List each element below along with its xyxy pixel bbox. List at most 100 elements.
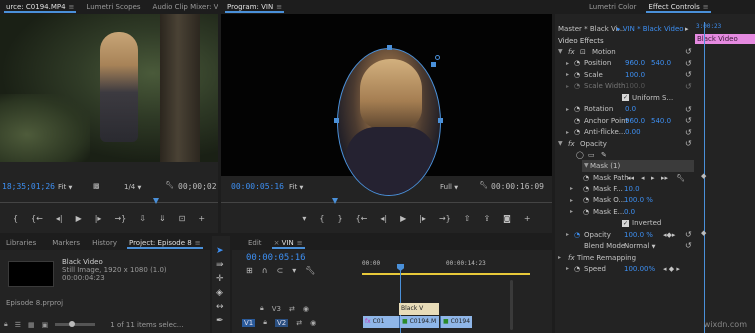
stopwatch-icon[interactable]: ◔ xyxy=(574,265,580,273)
freeform-view-icon[interactable]: ▣ xyxy=(42,321,49,329)
source-patch-v1[interactable]: V1 xyxy=(242,318,256,327)
mask-handle-rotate[interactable] xyxy=(431,62,436,67)
track-forward-icon[interactable]: ▸▸ xyxy=(661,174,668,182)
timeline-timecode[interactable]: 00:00:05:16 xyxy=(246,253,306,263)
rectangle-mask-icon[interactable]: ▭ xyxy=(588,151,595,159)
prog-play-icon[interactable]: ▶ xyxy=(400,214,406,223)
clip-thumbnail[interactable] xyxy=(8,261,54,287)
mark-in-icon[interactable]: { xyxy=(13,214,18,223)
play-icon[interactable]: ▶ xyxy=(76,214,82,223)
mask-handle-left[interactable] xyxy=(334,118,339,123)
track-v3-label[interactable]: V3 xyxy=(272,305,281,313)
timeline-settings-wrench-icon[interactable]: 🔧︎ xyxy=(305,266,315,275)
stopwatch-icon[interactable]: ◔ xyxy=(583,185,589,193)
tab-sequence-vin[interactable]: × VIN ≡ xyxy=(268,236,309,250)
source-fit-dropdown[interactable]: Fit ▼ xyxy=(58,183,72,191)
program-playhead[interactable] xyxy=(332,198,338,204)
pen-mask-icon[interactable]: ✎ xyxy=(601,151,607,159)
lift-icon[interactable]: ⇧ xyxy=(464,214,471,223)
tab-edit[interactable]: Edit xyxy=(242,236,268,250)
tab-lumetri-scopes[interactable]: Lumetri Scopes xyxy=(80,0,146,14)
mask-handle-top[interactable] xyxy=(387,45,392,50)
mask-path-keyframe-icon[interactable]: ◆ xyxy=(701,172,706,180)
eye-icon[interactable]: ◉ xyxy=(310,319,316,327)
position-x[interactable]: 960.0 xyxy=(625,59,645,67)
track-v2-label[interactable]: V2 xyxy=(274,318,289,327)
prog-go-in-icon[interactable]: {← xyxy=(356,214,368,223)
anchor-x[interactable]: 960.0 xyxy=(625,117,645,125)
mask-handle-feather[interactable] xyxy=(435,55,440,60)
tab-history[interactable]: History xyxy=(86,236,123,250)
tab-audio-clip-mixer[interactable]: Audio Clip Mixer: V xyxy=(147,0,218,14)
program-scrub-bar[interactable] xyxy=(221,198,552,206)
icon-view-icon[interactable]: ▦ xyxy=(28,321,35,329)
selection-tool-icon[interactable]: ➤ xyxy=(216,246,224,256)
ec-time-remap-row[interactable]: ▸ fx Time Remapping xyxy=(555,252,695,264)
nest-icon[interactable]: ⊞ xyxy=(246,266,253,275)
stopwatch-icon[interactable]: ◔ xyxy=(574,117,580,125)
ec-mask-row[interactable]: ▼ Mask (1) xyxy=(582,160,694,172)
clip-c01[interactable]: fx C01 xyxy=(363,316,399,328)
mask-opacity-value[interactable]: 100.0 % xyxy=(624,196,653,204)
step-back-icon[interactable]: ◂| xyxy=(56,214,63,223)
add-button-icon[interactable]: + xyxy=(198,214,205,223)
position-y[interactable]: 540.0 xyxy=(651,59,671,67)
marker-icon[interactable]: ▾ xyxy=(302,214,306,223)
motion-reset-icon[interactable]: ↺ xyxy=(685,47,695,56)
source-video-frame[interactable] xyxy=(0,14,218,162)
ec-sequence-clip[interactable]: ▸ VIN * Black Video xyxy=(617,25,684,33)
opacity-keyframe-nav[interactable]: ◂◆▸ xyxy=(663,231,675,239)
motion-icon[interactable]: ⊡ xyxy=(580,48,586,56)
extract-icon[interactable]: ⇪ xyxy=(483,214,490,223)
clip-c0194-b[interactable]: ■ C0194 xyxy=(440,316,472,328)
mask-expansion-value[interactable]: 0.0 xyxy=(624,208,635,216)
zoom-slider[interactable] xyxy=(55,321,96,327)
opacity-value[interactable]: 100.0 % xyxy=(624,231,653,239)
sync-lock-icon[interactable]: ⇄ xyxy=(289,305,295,313)
timeline-vertical-scrollbar[interactable] xyxy=(510,280,513,330)
pen-tool-icon[interactable]: ✒ xyxy=(216,316,224,326)
source-scrub-bar[interactable] xyxy=(0,198,218,206)
mask-handle-right[interactable] xyxy=(438,118,443,123)
tab-markers[interactable]: Markers xyxy=(46,236,86,250)
ec-master-clip[interactable]: Master * Black Vi... xyxy=(558,25,624,33)
scale-value[interactable]: 100.0 xyxy=(625,71,645,79)
clip-black-video[interactable]: Black V xyxy=(399,303,439,315)
camera-icon[interactable]: ◙ xyxy=(503,214,511,223)
tab-lumetri-color[interactable]: Lumetri Color xyxy=(583,0,642,14)
prog-step-fwd-icon[interactable]: |▸ xyxy=(419,214,426,223)
track-back-frame-icon[interactable]: ◂ xyxy=(641,174,645,182)
track-fwd-frame-icon[interactable]: ▸ xyxy=(651,174,655,182)
list-view-icon[interactable]: ☰ xyxy=(15,321,21,329)
sync-lock-icon[interactable]: ⇄ xyxy=(296,319,302,327)
step-forward-icon[interactable]: |▸ xyxy=(95,214,102,223)
linked-selection-icon[interactable]: ⊂ xyxy=(277,266,284,275)
stopwatch-icon[interactable]: ◔ xyxy=(574,59,580,67)
uniform-scale-checkbox[interactable]: ✓ xyxy=(622,94,629,102)
anchor-y[interactable]: 540.0 xyxy=(651,117,671,125)
ec-opacity-fx-row[interactable]: ▼ fx Opacity ↺ xyxy=(555,138,695,150)
source-playhead[interactable] xyxy=(153,198,159,204)
tab-effect-controls[interactable]: Effect Controls ≡ xyxy=(642,0,714,14)
opacity-keyframe-icon[interactable]: ◆ xyxy=(701,229,706,237)
prog-add-icon[interactable]: + xyxy=(524,214,531,223)
stopwatch-icon[interactable]: ◔ xyxy=(583,174,589,182)
antiflicker-value[interactable]: 0.00 xyxy=(625,128,641,136)
program-wrench-icon[interactable]: 🔧︎ xyxy=(479,181,488,189)
track-backward-icon[interactable]: ◂◂ xyxy=(627,174,634,182)
go-to-in-icon[interactable]: {← xyxy=(31,214,43,223)
add-marker-icon[interactable]: ▾ xyxy=(292,266,296,275)
eye-icon[interactable]: ◉ xyxy=(303,305,309,313)
stopwatch-icon[interactable]: ◔ xyxy=(583,208,589,216)
ellipse-mask-icon[interactable]: ◯ xyxy=(576,151,584,159)
lock-track-icon[interactable]: 🔒︎ xyxy=(260,304,264,313)
stopwatch-icon[interactable]: ◔ xyxy=(574,71,580,79)
tab-libraries[interactable]: Libraries xyxy=(0,236,42,250)
prog-mark-in-icon[interactable]: { xyxy=(319,214,324,223)
overwrite-icon[interactable]: ⇓ xyxy=(159,214,166,223)
program-quality-dropdown[interactable]: Full ▼ xyxy=(440,183,458,191)
source-ratio-dropdown[interactable]: 1/4 ▼ xyxy=(124,183,141,191)
tab-program[interactable]: Program: VIN ≡ xyxy=(221,0,288,14)
stopwatch-icon[interactable]: ◔ xyxy=(583,196,589,204)
speed-value[interactable]: 100.00% xyxy=(624,265,655,273)
